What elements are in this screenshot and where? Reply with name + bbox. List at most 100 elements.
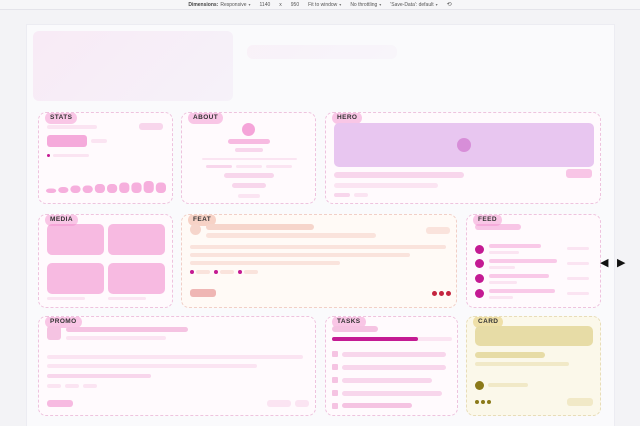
- feed-item-3[interactable]: [489, 274, 549, 278]
- rotate-icon[interactable]: ⟲: [447, 1, 452, 8]
- hero-chip-2: [354, 193, 368, 197]
- about-link[interactable]: [232, 183, 266, 188]
- play-icon[interactable]: [457, 138, 471, 152]
- stats-bar-4: [82, 185, 93, 193]
- feed-card[interactable]: FEED: [466, 214, 601, 308]
- feat-meta-1: [196, 270, 210, 274]
- resize-left-handle-icon[interactable]: ◀: [600, 258, 608, 269]
- stats-bar-5: [94, 184, 105, 193]
- media-caption-2: [108, 297, 146, 300]
- ghost-header-block: [33, 31, 233, 101]
- save-data-select[interactable]: 'Save-Data': default ▾: [390, 2, 437, 8]
- promo-cta-button[interactable]: [47, 400, 73, 407]
- media-thumb-3[interactable]: [47, 263, 104, 294]
- width-input[interactable]: 1140: [260, 2, 271, 8]
- feat-dot-1: [432, 291, 437, 296]
- about-meta-2: [236, 165, 262, 168]
- media-caption-1: [47, 297, 85, 300]
- task-item-2: [342, 365, 446, 370]
- media-card[interactable]: MEDIA: [38, 214, 173, 308]
- height-input[interactable]: 950: [291, 2, 299, 8]
- stats-bar-2: [58, 187, 69, 193]
- ghost-header-line: [247, 45, 397, 59]
- feed-avatar-2: [475, 259, 484, 268]
- feed-item-2-time: [567, 262, 589, 265]
- stats-tag: [139, 123, 163, 130]
- about-footer: [238, 194, 260, 198]
- card-action-button[interactable]: [567, 398, 593, 406]
- card-dot-2: [481, 400, 485, 404]
- media-thumb-4[interactable]: [108, 263, 165, 294]
- about-line: [224, 173, 274, 178]
- feed-item-4[interactable]: [489, 289, 555, 293]
- task-item-4: [342, 391, 442, 396]
- promo-text-3: [47, 374, 151, 378]
- task-checkbox-3[interactable]: [332, 377, 338, 383]
- feed-avatar-4: [475, 289, 484, 298]
- promo-more-button[interactable]: [295, 400, 309, 407]
- hero-title: [334, 172, 464, 178]
- chevron-down-icon: ▾: [248, 2, 251, 7]
- feat-meta-3: [244, 270, 258, 274]
- card-dot-1: [475, 400, 479, 404]
- card-title: [475, 352, 545, 358]
- throttle-select[interactable]: No throttling ▾: [350, 2, 381, 8]
- media-thumb-1[interactable]: [47, 224, 104, 255]
- task-item-1: [342, 352, 446, 357]
- feat-meta-2: [220, 270, 234, 274]
- promo-secondary-button[interactable]: [267, 400, 291, 407]
- task-checkbox-2[interactable]: [332, 364, 338, 370]
- feat-bullet-1: [190, 270, 194, 274]
- task-checkbox-5[interactable]: [332, 403, 338, 409]
- chevron-down-icon: ▾: [379, 2, 382, 7]
- tasks-card[interactable]: TASKS: [325, 316, 458, 416]
- feed-title: [475, 224, 521, 230]
- feed-avatar-3: [475, 274, 484, 283]
- stats-bar-9: [143, 181, 154, 193]
- stats-value: [47, 135, 87, 147]
- tasks-progress-track: [332, 337, 452, 341]
- feed-avatar-1: [475, 245, 484, 254]
- task-checkbox-1[interactable]: [332, 351, 338, 357]
- hero-subtitle: [334, 183, 438, 188]
- divider: [202, 158, 297, 160]
- chevron-down-icon: ▾: [435, 2, 438, 7]
- card-meta: [488, 383, 528, 387]
- dimensions-control[interactable]: Dimensions: Responsive ▾: [188, 2, 250, 8]
- feat-dot-3: [446, 291, 451, 296]
- feat-title: [206, 224, 314, 230]
- resize-right-handle-icon[interactable]: ▶: [617, 258, 625, 269]
- tasks-progress-fill: [332, 337, 419, 341]
- stats-card[interactable]: STATS: [38, 112, 173, 204]
- feed-item-1-time: [567, 247, 589, 250]
- about-role: [235, 148, 263, 152]
- promo-title: [66, 327, 188, 332]
- device-select[interactable]: Responsive: [220, 2, 246, 8]
- about-name: [228, 139, 270, 144]
- promo-card[interactable]: PROMO: [38, 316, 316, 416]
- hero-cta-button[interactable]: [566, 169, 592, 178]
- feat-card[interactable]: FEAT: [181, 214, 457, 308]
- feed-item-1[interactable]: [489, 244, 541, 248]
- promo-text-1: [47, 355, 303, 359]
- stats-bar-6: [107, 184, 118, 193]
- feed-item-2-sub: [489, 266, 515, 269]
- chevron-down-icon: ▾: [339, 2, 342, 7]
- feat-action-button[interactable]: [190, 289, 216, 297]
- about-card[interactable]: ABOUT: [181, 112, 316, 204]
- promo-icon: [47, 326, 61, 340]
- stats-badge: STATS: [45, 113, 78, 124]
- feed-item-2[interactable]: [489, 259, 557, 263]
- media-thumb-2[interactable]: [108, 224, 165, 255]
- hero-card[interactable]: HERO: [325, 112, 601, 204]
- save-data-label: 'Save-Data': default: [390, 1, 434, 8]
- stats-bar-10: [155, 182, 166, 193]
- fit-select[interactable]: Fit to window ▾: [308, 2, 341, 8]
- task-checkbox-4[interactable]: [332, 390, 338, 396]
- card-avatar: [475, 381, 484, 390]
- feat-text-2: [190, 253, 410, 257]
- feat-bullet-3: [238, 270, 242, 274]
- feed-item-4-sub: [489, 296, 513, 299]
- about-meta-3: [266, 165, 292, 168]
- product-card[interactable]: CARD: [466, 316, 601, 416]
